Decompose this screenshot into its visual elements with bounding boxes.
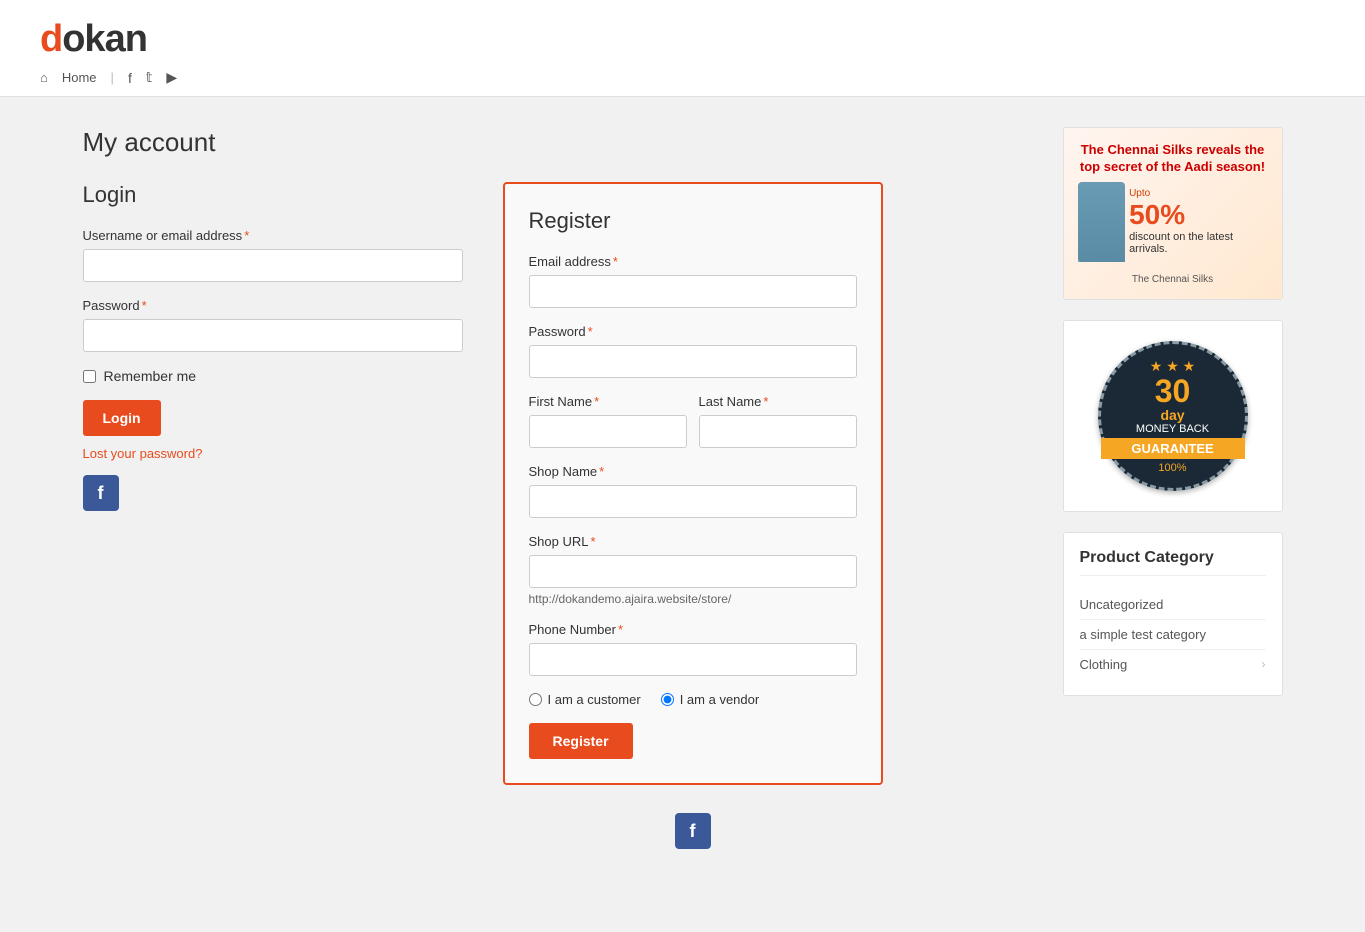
login-button[interactable]: Login <box>83 400 161 436</box>
ad-brand: The Chennai Silks <box>1078 274 1268 285</box>
logo-d: d <box>40 18 62 60</box>
home-icon: ⌂ <box>40 70 48 85</box>
remember-label[interactable]: Remember me <box>104 368 197 384</box>
nav-home[interactable]: Home <box>62 70 97 85</box>
category-label: a simple test category <box>1080 627 1206 642</box>
category-item-simple-test[interactable]: a simple test category <box>1080 620 1266 650</box>
dark-badge: ★ ★ ★ 30 day MONEY BACK GUARANTEE 100% <box>1098 341 1248 491</box>
remember-checkbox[interactable] <box>83 370 96 383</box>
customer-radio[interactable] <box>529 693 542 706</box>
guarantee-days: 30 <box>1155 375 1191 407</box>
reg-password-required: * <box>588 324 593 339</box>
shopname-required: * <box>599 464 604 479</box>
category-label: Uncategorized <box>1080 597 1164 612</box>
customer-option[interactable]: I am a customer <box>529 692 641 707</box>
page-wrap: My account Login Username or email addre… <box>43 97 1323 879</box>
login-password-input[interactable] <box>83 319 463 352</box>
register-button[interactable]: Register <box>529 723 633 759</box>
nav-sep-1: | <box>111 70 114 85</box>
name-row: First Name* Last Name* <box>529 394 857 464</box>
account-cols: Login Username or email address* Passwor… <box>83 182 1033 849</box>
register-section-title: Register <box>529 208 857 234</box>
register-shopname-input[interactable] <box>529 485 857 518</box>
register-shopname-group: Shop Name* <box>529 464 857 518</box>
site-nav: ⌂ Home | f 𝕥 ▶ <box>40 69 1325 86</box>
login-password-group: Password* <box>83 298 463 352</box>
ribbon: GUARANTEE <box>1101 438 1245 459</box>
customer-label: I am a customer <box>548 692 641 707</box>
vendor-label: I am a vendor <box>680 692 760 707</box>
register-shopurl-group: Shop URL* http://dokandemo.ajaira.websit… <box>529 534 857 606</box>
nav-facebook[interactable]: f <box>128 70 132 86</box>
login-fb-button[interactable]: f <box>83 475 119 511</box>
page-title: My account <box>83 127 1033 158</box>
register-phone-label: Phone Number* <box>529 622 857 637</box>
ad-banner: The Chennai Silks reveals the top secret… <box>1064 128 1282 299</box>
password-required: * <box>142 298 147 313</box>
register-lastname-group: Last Name* <box>699 394 857 448</box>
email-required: * <box>613 254 618 269</box>
phone-required: * <box>618 622 623 637</box>
site-logo[interactable]: dokan <box>40 18 1325 61</box>
login-section-title: Login <box>83 182 463 208</box>
login-username-label: Username or email address* <box>83 228 463 243</box>
product-category-box: Product Category Uncategorized a simple … <box>1063 532 1283 696</box>
vendor-option[interactable]: I am a vendor <box>661 692 760 707</box>
lost-password-link[interactable]: Lost your password? <box>83 446 463 461</box>
register-box: Register Email address* Password* <box>503 182 883 785</box>
guarantee-wrap: ★ ★ ★ 30 day MONEY BACK GUARANTEE 100% <box>1063 320 1283 512</box>
product-category-title: Product Category <box>1080 549 1266 576</box>
lastname-required: * <box>763 394 768 409</box>
firstname-required: * <box>594 394 599 409</box>
sidebar: The Chennai Silks reveals the top secret… <box>1063 127 1283 849</box>
login-password-label: Password* <box>83 298 463 313</box>
login-username-input[interactable] <box>83 249 463 282</box>
main-content: My account Login Username or email addre… <box>83 127 1033 849</box>
ad-title: The Chennai Silks reveals the top secret… <box>1078 142 1268 176</box>
register-email-label: Email address* <box>529 254 857 269</box>
register-shopurl-label: Shop URL* <box>529 534 857 549</box>
username-required: * <box>244 228 249 243</box>
shopurl-required: * <box>590 534 595 549</box>
role-radio-row: I am a customer I am a vendor <box>529 692 857 707</box>
register-fb-wrap: f <box>503 799 883 849</box>
register-col: Register Email address* Password* <box>503 182 883 849</box>
ad-discount: 50% <box>1129 199 1267 231</box>
register-phone-group: Phone Number* <box>529 622 857 676</box>
register-password-input[interactable] <box>529 345 857 378</box>
register-password-label: Password* <box>529 324 857 339</box>
register-lastname-input[interactable] <box>699 415 857 448</box>
logo-rest: okan <box>62 18 147 60</box>
register-firstname-input[interactable] <box>529 415 687 448</box>
remember-row: Remember me <box>83 368 463 384</box>
register-email-input[interactable] <box>529 275 857 308</box>
register-phone-input[interactable] <box>529 643 857 676</box>
login-col: Login Username or email address* Passwor… <box>83 182 463 849</box>
guarantee-money: MONEY BACK <box>1136 423 1209 435</box>
register-firstname-group: First Name* <box>529 394 687 448</box>
nav-youtube[interactable]: ▶ <box>166 69 177 86</box>
category-item-clothing[interactable]: Clothing › <box>1080 650 1266 679</box>
register-shopname-label: Shop Name* <box>529 464 857 479</box>
register-email-group: Email address* <box>529 254 857 308</box>
guarantee-day-word: day <box>1160 407 1184 423</box>
guarantee-pct: 100% <box>1158 462 1186 474</box>
site-header: dokan ⌂ Home | f 𝕥 ▶ <box>0 0 1365 97</box>
category-item-uncategorized[interactable]: Uncategorized <box>1080 590 1266 620</box>
login-username-group: Username or email address* <box>83 228 463 282</box>
ad-discount-text: discount on the latest arrivals. <box>1129 231 1267 255</box>
nav-twitter[interactable]: 𝕥 <box>146 69 153 86</box>
register-firstname-label: First Name* <box>529 394 687 409</box>
shopurl-hint: http://dokandemo.ajaira.website/store/ <box>529 592 857 606</box>
sidebar-ad: The Chennai Silks reveals the top secret… <box>1063 127 1283 300</box>
category-label: Clothing <box>1080 657 1128 672</box>
register-password-group: Password* <box>529 324 857 378</box>
chevron-right-icon: › <box>1262 657 1266 671</box>
register-shopurl-input[interactable] <box>529 555 857 588</box>
register-lastname-label: Last Name* <box>699 394 857 409</box>
register-fb-button[interactable]: f <box>675 813 711 849</box>
vendor-radio[interactable] <box>661 693 674 706</box>
